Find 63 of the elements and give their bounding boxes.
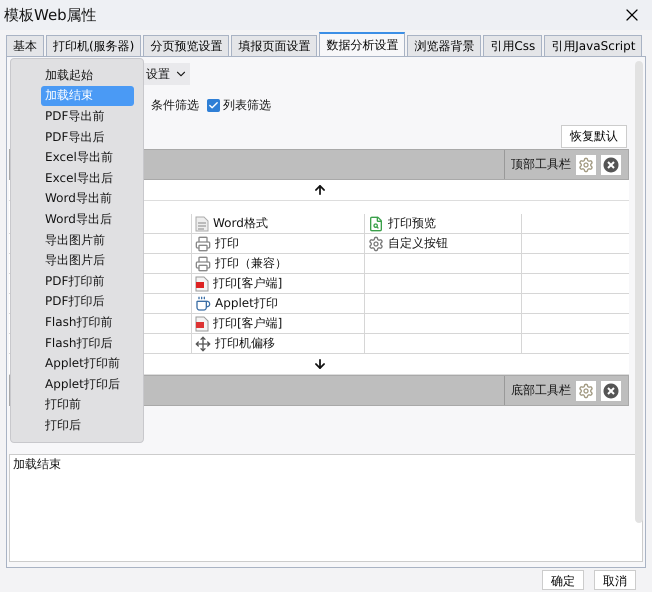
tab[interactable]: 引用JavaScript <box>544 35 642 56</box>
checkbox-label: 列表筛选 <box>223 96 271 114</box>
menu-item[interactable]: PDF打印后 <box>41 292 134 312</box>
menu-item[interactable]: Word导出前 <box>41 188 134 210</box>
window-title: 模板Web属性 <box>4 6 97 24</box>
settings-icon <box>368 236 384 252</box>
toolbar-item[interactable]: Applet打印 <box>215 295 278 312</box>
tab[interactable]: 分页预览设置 <box>143 35 230 56</box>
preview-icon <box>368 216 384 232</box>
menu-item[interactable]: Word导出后 <box>41 209 134 230</box>
menu-item[interactable]: Flash打印前 <box>41 312 134 333</box>
printer-icon <box>195 256 211 272</box>
menu-item[interactable]: 导出图片前 <box>41 230 134 250</box>
toolbar-item[interactable]: 打印[客户端] <box>213 315 282 332</box>
tab[interactable]: 填报页面设置 <box>231 35 318 56</box>
document-icon <box>195 216 209 232</box>
dialog-button[interactable]: 确定 <box>542 570 584 590</box>
toolbar-item[interactable]: 打印 <box>215 235 239 252</box>
menu-item[interactable]: 导出图片后 <box>41 250 134 271</box>
toolbar-label: 顶部工具栏 <box>511 156 571 173</box>
flash-document-icon <box>195 276 209 292</box>
printer-icon <box>195 236 211 252</box>
menu-item[interactable]: Excel导出前 <box>41 147 134 168</box>
settings-button[interactable] <box>576 380 596 400</box>
tab[interactable]: 浏览器背景 <box>407 35 482 56</box>
dialog-button[interactable]: 取消 <box>594 570 636 590</box>
script-editor[interactable]: 加载结束 <box>9 454 643 562</box>
toolbar-label: 底部工具栏 <box>511 382 571 399</box>
tab[interactable]: 打印机(服务器) <box>46 35 142 56</box>
move-icon <box>195 336 211 352</box>
toolbar-item[interactable]: 打印机偏移 <box>215 335 275 352</box>
menu-item[interactable]: Excel导出后 <box>41 168 134 189</box>
restore-default-button[interactable]: 恢复默认 <box>561 124 627 148</box>
tab[interactable]: 引用Css <box>483 35 542 56</box>
checkbox[interactable] <box>207 98 220 112</box>
filter-label: 条件筛选 <box>151 96 199 114</box>
tab[interactable]: 数据分析设置 <box>319 32 406 56</box>
toolbar-item[interactable]: Word格式 <box>213 215 268 232</box>
pdf-icon <box>195 316 209 332</box>
menu-item[interactable]: 打印后 <box>41 415 134 436</box>
menu-item[interactable]: PDF打印前 <box>41 270 134 292</box>
cup-icon <box>195 296 211 312</box>
up-arrow-icon <box>313 183 327 197</box>
settings-dropdown[interactable]: 设置 <box>142 63 190 85</box>
menu-item[interactable]: Applet打印前 <box>41 353 134 374</box>
remove-button[interactable] <box>601 154 621 174</box>
settings-button[interactable] <box>576 154 596 174</box>
menu-item[interactable]: 打印前 <box>41 394 134 416</box>
menu-item[interactable]: Flash打印后 <box>41 332 134 354</box>
close-icon <box>603 156 619 172</box>
down-arrow-icon <box>313 357 327 371</box>
scrollbar[interactable] <box>635 61 643 523</box>
menu-item[interactable]: PDF导出后 <box>41 126 134 148</box>
menu-item[interactable]: Applet打印后 <box>41 374 134 394</box>
toolbar-item[interactable]: 自定义按钮 <box>388 235 448 252</box>
toolbar-item[interactable]: 打印预览 <box>388 215 436 232</box>
tab[interactable]: 基本 <box>6 35 44 56</box>
toolbar-item[interactable]: 打印[客户端] <box>213 275 282 292</box>
menu-item[interactable]: 加载起始 <box>41 65 134 86</box>
remove-button[interactable] <box>601 380 621 400</box>
toolbar-item[interactable]: 打印（兼容） <box>215 255 287 272</box>
close-icon <box>603 382 619 398</box>
menu-item[interactable]: PDF导出前 <box>41 106 134 127</box>
